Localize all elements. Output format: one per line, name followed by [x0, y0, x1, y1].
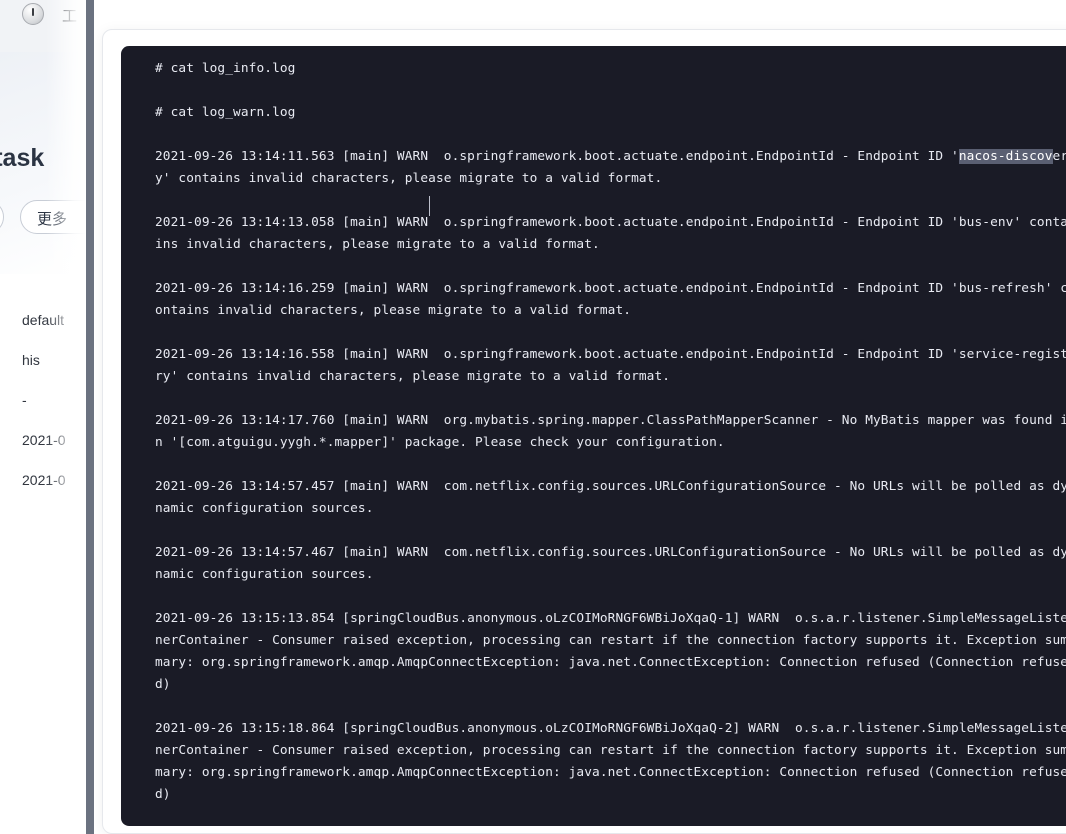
more-button[interactable]: 更多	[20, 200, 86, 234]
list-item[interactable]: -	[22, 392, 27, 408]
background-pill-button[interactable]	[0, 200, 4, 234]
log-output: # cat log_info.log # cat log_warn.log 20…	[121, 58, 1066, 826]
log-line: 2021-09-26 13:14:57.467 [main] WARN com.…	[155, 545, 1066, 582]
background-list: default his - 2021-0 2021-0	[0, 274, 86, 834]
log-line: 2021-09-26 13:14:16.558 [main] WARN o.sp…	[155, 347, 1066, 384]
clock-icon[interactable]	[22, 3, 44, 25]
background-topbar: 工	[0, 0, 86, 53]
log-terminal-viewport[interactable]: # cat log_info.log # cat log_warn.log 20…	[121, 46, 1066, 826]
list-item[interactable]: 2021-0	[22, 472, 66, 488]
log-terminal[interactable]: # cat log_info.log # cat log_warn.log 20…	[121, 46, 1066, 826]
log-line: # cat log_info.log	[155, 61, 296, 76]
selected-text: nacos-discov	[958, 149, 1053, 164]
log-modal: # cat log_info.log # cat log_warn.log 20…	[94, 0, 1066, 834]
log-line: 2021-09-26 13:14:57.457 [main] WARN com.…	[155, 479, 1066, 516]
list-item[interactable]: his	[22, 352, 40, 368]
list-item[interactable]: 2021-0	[22, 432, 66, 448]
log-line: 2021-09-26 13:14:16.259 [main] WARN o.sp…	[155, 281, 1066, 318]
list-item[interactable]: default	[22, 312, 64, 328]
log-line: 2021-09-26 13:14:11.563 [main] WARN o.sp…	[155, 149, 1066, 186]
text-caret	[429, 196, 430, 216]
screen: 工 e-task 更多 default his - 2021-0 2021-0 …	[0, 0, 1066, 834]
background-page: 工 e-task 更多 default his - 2021-0 2021-0	[0, 0, 86, 834]
log-line: 2021-09-26 13:15:18.864 [springCloudBus.…	[155, 721, 1066, 802]
log-line: 2021-09-26 13:15:13.854 [springCloudBus.…	[155, 611, 1066, 692]
background-hero: e-task 更多	[0, 52, 86, 274]
log-line: 2021-09-26 13:14:13.058 [main] WARN o.sp…	[155, 215, 1066, 252]
log-line: # cat log_warn.log	[155, 105, 296, 120]
background-hero-title: e-task	[0, 144, 45, 172]
log-line: 2021-09-26 13:14:17.760 [main] WARN org.…	[155, 413, 1066, 450]
background-topbar-label: 工	[62, 8, 78, 25]
log-modal-card: # cat log_info.log # cat log_warn.log 20…	[102, 29, 1066, 834]
more-button-label: 更多	[37, 211, 68, 228]
modal-scrim[interactable]	[86, 0, 94, 834]
